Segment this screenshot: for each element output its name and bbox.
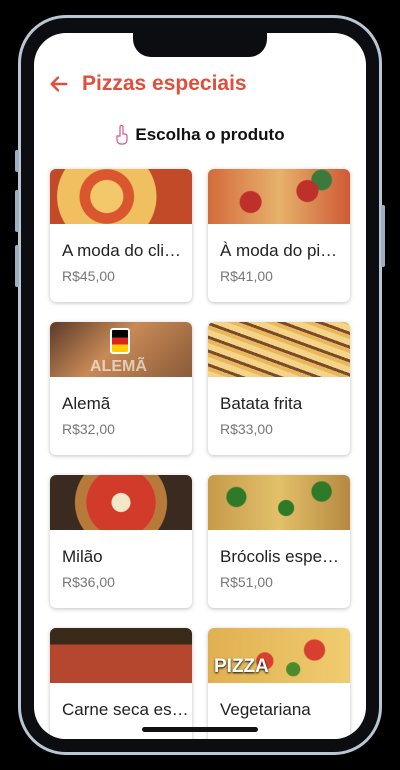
- product-name: Carne seca es…: [62, 700, 189, 719]
- page-title: Pizzas especiais: [82, 72, 247, 95]
- product-name: Alemã: [62, 394, 111, 413]
- product-image: [208, 169, 350, 224]
- product-image: [50, 169, 192, 224]
- product-card[interactable]: Batata frita R$33,00: [208, 322, 350, 455]
- home-indicator: [142, 727, 258, 732]
- flag-icon: [110, 328, 130, 354]
- product-price: R$36,00: [62, 574, 115, 590]
- side-button: [15, 245, 19, 287]
- product-price: R$32,00: [62, 421, 115, 437]
- product-name: Batata frita: [220, 394, 303, 413]
- phone-notch: [133, 33, 267, 57]
- product-image: PIZZA: [208, 628, 350, 683]
- product-card[interactable]: PIZZA Vegetariana: [208, 628, 350, 739]
- product-name: Brócolis espe…: [220, 547, 340, 566]
- product-image: [50, 628, 192, 683]
- product-card[interactable]: ALEMÃ Alemã R$32,00: [50, 322, 192, 455]
- product-name: Milão: [62, 547, 103, 566]
- product-price: R$33,00: [220, 421, 273, 437]
- side-button: [381, 205, 385, 267]
- product-name: Vegetariana: [220, 700, 311, 719]
- product-price: R$41,00: [220, 268, 273, 284]
- product-price: R$45,00: [62, 268, 115, 284]
- section-title: Escolha o produto: [135, 125, 285, 144]
- product-name: A moda do cli…: [62, 241, 182, 260]
- side-button: [15, 150, 19, 172]
- back-arrow-icon[interactable]: [48, 73, 70, 95]
- product-card[interactable]: A moda do cli… R$45,00: [50, 169, 192, 302]
- product-name: À moda do pi…: [220, 241, 338, 260]
- app-screen: Pizzas especiais Escolha o produto A mod…: [34, 33, 366, 739]
- product-image: [208, 475, 350, 530]
- app-header: Pizzas especiais: [34, 67, 366, 101]
- image-caption: PIZZA: [214, 656, 269, 677]
- product-image: [208, 322, 350, 377]
- section-heading: Escolha o produto: [34, 125, 366, 145]
- product-card[interactable]: À moda do pi… R$41,00: [208, 169, 350, 302]
- image-caption: ALEMÃ: [90, 358, 147, 375]
- product-card[interactable]: Carne seca es…: [50, 628, 192, 739]
- product-card[interactable]: Milão R$36,00: [50, 475, 192, 608]
- pointing-hand-icon: [116, 125, 128, 145]
- product-price: R$51,00: [220, 574, 273, 590]
- product-card[interactable]: Brócolis espe… R$51,00: [208, 475, 350, 608]
- product-image: [50, 475, 192, 530]
- product-image: ALEMÃ: [50, 322, 192, 377]
- side-button: [15, 190, 19, 232]
